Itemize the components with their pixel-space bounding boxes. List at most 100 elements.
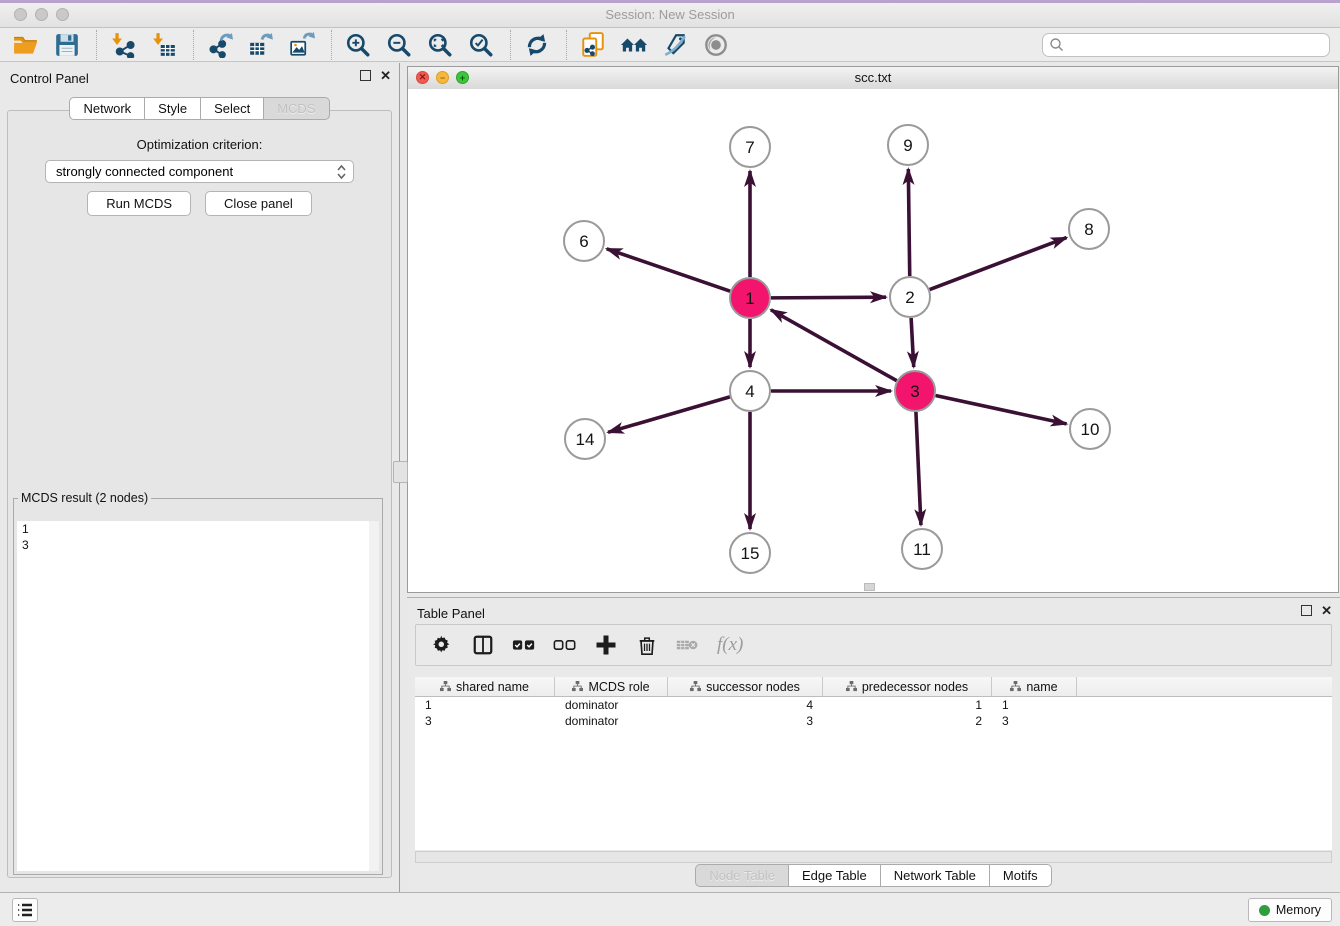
- search-field[interactable]: [1042, 33, 1330, 57]
- svg-text:2: 2: [905, 288, 914, 307]
- mcds-result-title: MCDS result (2 nodes): [18, 491, 151, 505]
- network-resize-grip[interactable]: [864, 583, 875, 591]
- open-folder-icon[interactable]: [12, 31, 40, 59]
- graph-edge-2-9[interactable]: [908, 169, 909, 276]
- result-scrollbar[interactable]: [369, 521, 379, 871]
- graph-node-15[interactable]: 15: [730, 533, 770, 573]
- zoom-in-icon[interactable]: [344, 31, 372, 59]
- close-panel-button[interactable]: Close panel: [205, 191, 312, 216]
- column-header-name[interactable]: name: [992, 677, 1077, 696]
- table-rows: 1dominator4113dominator323: [415, 697, 1332, 729]
- eye-icon[interactable]: [702, 31, 730, 59]
- graph-edge-1-6[interactable]: [607, 249, 730, 291]
- export-image-icon[interactable]: [288, 31, 316, 59]
- houses-icon[interactable]: [620, 31, 648, 59]
- close-panel-icon[interactable]: ✕: [1321, 605, 1332, 616]
- search-input[interactable]: [1065, 37, 1329, 53]
- table-cell[interactable]: 4: [668, 697, 823, 713]
- trash-icon[interactable]: [635, 632, 659, 658]
- task-list-button[interactable]: [12, 898, 38, 922]
- network-titlebar[interactable]: ✕ − + scc.txt: [408, 67, 1338, 90]
- tab-node-table[interactable]: Node Table: [695, 864, 789, 887]
- table-tabs: Node TableEdge TableNetwork TableMotifs: [407, 864, 1340, 887]
- toolbar-separator: [331, 30, 332, 60]
- columns-icon[interactable]: [471, 632, 495, 658]
- tag-slash-icon[interactable]: [661, 31, 689, 59]
- table-cell[interactable]: 3: [668, 713, 823, 729]
- float-panel-icon[interactable]: [360, 70, 371, 81]
- graph-node-7[interactable]: 7: [730, 127, 770, 167]
- network-canvas[interactable]: 7 9 6 8 1 2 4 3 14 10 15 11: [408, 89, 1338, 592]
- table-cell[interactable]: 1: [992, 697, 1077, 713]
- graph-node-11[interactable]: 11: [902, 529, 942, 569]
- import-table-icon[interactable]: [150, 31, 178, 59]
- table-row[interactable]: 1dominator411: [415, 697, 1332, 713]
- refresh-icon[interactable]: [523, 31, 551, 59]
- tab-edge-table[interactable]: Edge Table: [789, 864, 881, 887]
- graph-node-3[interactable]: 3: [895, 371, 935, 411]
- graph-edge-2-3[interactable]: [911, 318, 914, 367]
- export-table-icon[interactable]: [247, 31, 275, 59]
- graph-edge-2-8[interactable]: [930, 238, 1067, 290]
- tab-style[interactable]: Style: [145, 97, 201, 120]
- panel-splitter-grip[interactable]: [393, 461, 408, 483]
- clone-network-icon[interactable]: [579, 31, 607, 59]
- tab-network[interactable]: Network: [69, 97, 145, 120]
- graph-edge-1-2[interactable]: [771, 297, 886, 298]
- table-row[interactable]: 3dominator323: [415, 713, 1332, 729]
- column-header-MCDS-role[interactable]: MCDS role: [555, 677, 668, 696]
- graph-edge-3-1[interactable]: [771, 310, 897, 381]
- graph-edge-3-10[interactable]: [936, 395, 1067, 423]
- float-panel-icon[interactable]: [1301, 605, 1312, 616]
- graph-node-4[interactable]: 4: [730, 371, 770, 411]
- network-graph: 7 9 6 8 1 2 4 3 14 10 15 11: [408, 89, 1338, 594]
- run-mcds-button[interactable]: Run MCDS: [87, 191, 191, 216]
- zoom-selected-icon[interactable]: [467, 31, 495, 59]
- column-header-predecessor-nodes[interactable]: predecessor nodes: [823, 677, 992, 696]
- tab-motifs[interactable]: Motifs: [990, 864, 1052, 887]
- svg-text:1: 1: [745, 289, 754, 308]
- table-cell[interactable]: 3: [992, 713, 1077, 729]
- deselect-all-icon[interactable]: [553, 632, 577, 658]
- criterion-dropdown[interactable]: strongly connected component: [45, 160, 354, 183]
- tab-network-table[interactable]: Network Table: [881, 864, 990, 887]
- graph-node-14[interactable]: 14: [565, 419, 605, 459]
- table-cell[interactable]: 2: [823, 713, 992, 729]
- table-cell[interactable]: dominator: [555, 713, 668, 729]
- column-header-shared-name[interactable]: shared name: [415, 677, 555, 696]
- table-cell[interactable]: 1: [823, 697, 992, 713]
- table-cell[interactable]: 3: [415, 713, 555, 729]
- import-network-icon[interactable]: [109, 31, 137, 59]
- memory-button[interactable]: Memory: [1248, 898, 1332, 922]
- table-horizontal-scrollbar[interactable]: [415, 851, 1332, 863]
- svg-text:9: 9: [903, 136, 912, 155]
- graph-node-9[interactable]: 9: [888, 125, 928, 165]
- export-network-icon[interactable]: [206, 31, 234, 59]
- zoom-fit-icon[interactable]: [426, 31, 454, 59]
- save-icon[interactable]: [53, 31, 81, 59]
- mcds-result-text[interactable]: 13: [17, 521, 379, 871]
- table-cell[interactable]: 1: [415, 697, 555, 713]
- table-cell[interactable]: dominator: [555, 697, 668, 713]
- criterion-value: strongly connected component: [56, 164, 336, 179]
- add-icon[interactable]: [594, 632, 618, 658]
- svg-text:6: 6: [579, 232, 588, 251]
- graph-edge-3-11[interactable]: [916, 412, 921, 525]
- tab-select[interactable]: Select: [201, 97, 264, 120]
- table-header: shared nameMCDS rolesuccessor nodesprede…: [415, 677, 1332, 697]
- select-all-icon[interactable]: [512, 632, 536, 658]
- function-icon[interactable]: f(x): [717, 632, 743, 658]
- close-panel-icon[interactable]: ✕: [380, 70, 391, 81]
- graph-node-1[interactable]: 1: [730, 278, 770, 318]
- zoom-out-icon[interactable]: [385, 31, 413, 59]
- graph-node-10[interactable]: 10: [1070, 409, 1110, 449]
- gear-icon[interactable]: [430, 632, 454, 658]
- column-header-successor-nodes[interactable]: successor nodes: [668, 677, 823, 696]
- graph-node-2[interactable]: 2: [890, 277, 930, 317]
- graph-node-8[interactable]: 8: [1069, 209, 1109, 249]
- delete-column-icon[interactable]: [676, 632, 700, 658]
- tab-mcds[interactable]: MCDS: [264, 97, 329, 120]
- graph-node-6[interactable]: 6: [564, 221, 604, 261]
- memory-label: Memory: [1276, 903, 1321, 917]
- graph-edge-4-14[interactable]: [608, 397, 730, 432]
